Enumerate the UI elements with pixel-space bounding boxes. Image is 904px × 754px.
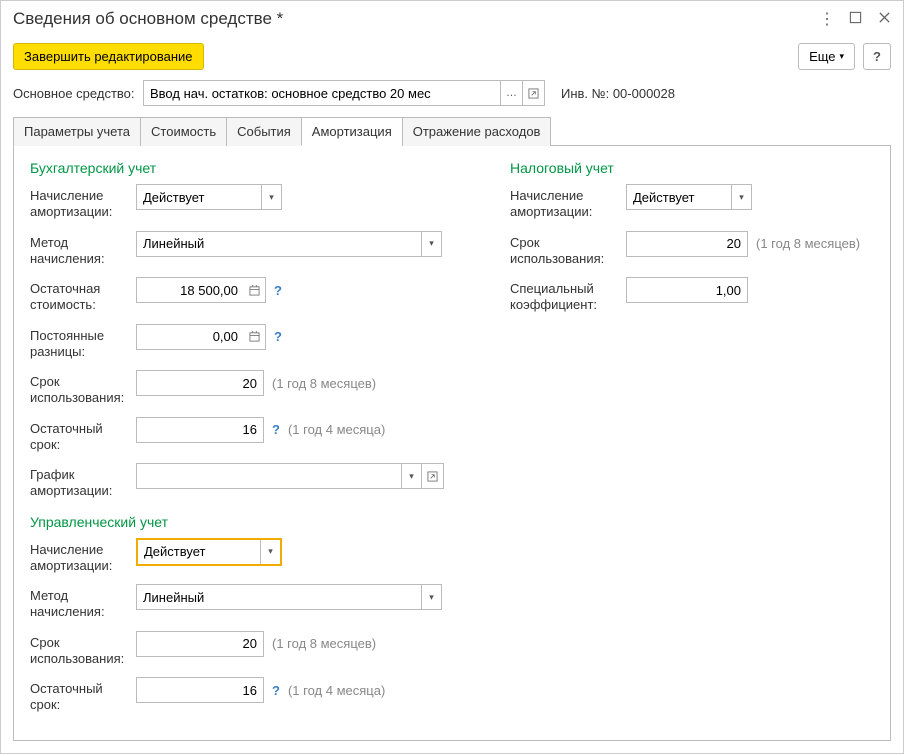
mgmt-use-period-hint: (1 год 8 месяцев) [272, 636, 376, 651]
mgmt-remaining-hint: (1 год 4 месяца) [288, 683, 385, 698]
main-asset-field[interactable] [144, 81, 500, 105]
acc-permdiff-label: Постоянные разницы: [30, 324, 136, 361]
close-icon[interactable] [878, 11, 891, 27]
help-icon[interactable]: ? [272, 683, 280, 698]
tax-depreciation-field[interactable] [627, 185, 731, 209]
more-button[interactable]: Еще ▾ [798, 43, 855, 70]
acc-use-period-label: Срок использования: [30, 370, 136, 407]
open-icon[interactable] [522, 81, 544, 105]
accounting-section-title: Бухгалтерский учет [30, 160, 480, 176]
main-asset-input[interactable]: … [143, 80, 545, 106]
tabs: Параметры учета Стоимость События Аморти… [13, 116, 891, 146]
mgmt-depreciation-label: Начисление амортизации: [30, 538, 136, 575]
main-asset-row: Основное средство: … Инв. №: 00-000028 [1, 76, 903, 116]
acc-remaining-input[interactable] [136, 417, 264, 443]
tax-use-period-hint: (1 год 8 месяцев) [756, 236, 860, 251]
acc-method-field[interactable] [137, 232, 421, 256]
acc-method-select[interactable]: ▾ [136, 231, 442, 257]
maximize-icon[interactable] [849, 11, 862, 27]
acc-remaining-label: Остаточный срок: [30, 417, 136, 454]
mgmt-depreciation-select[interactable]: ▾ [136, 538, 282, 566]
chevron-down-icon[interactable]: ▾ [401, 464, 421, 488]
mgmt-remaining-input[interactable] [136, 677, 264, 703]
acc-use-period-hint: (1 год 8 месяцев) [272, 376, 376, 391]
chevron-down-icon: ▾ [840, 51, 845, 62]
tax-section-title: Налоговый учет [510, 160, 860, 176]
titlebar-controls: ⋮ [819, 9, 891, 29]
tab-params[interactable]: Параметры учета [13, 117, 141, 146]
help-button[interactable]: ? [863, 43, 891, 70]
mgmt-method-select[interactable]: ▾ [136, 584, 442, 610]
tax-coeff-input[interactable] [626, 277, 748, 303]
left-column: Бухгалтерский учет Начисление амортизаци… [30, 156, 480, 730]
ellipsis-icon[interactable]: … [500, 81, 522, 105]
window-title: Сведения об основном средстве * [13, 9, 819, 29]
acc-depreciation-label: Начисление амортизации: [30, 184, 136, 221]
more-button-label: Еще [809, 49, 835, 64]
titlebar: Сведения об основном средстве * ⋮ [1, 1, 903, 37]
acc-schedule-label: График амортизации: [30, 463, 136, 500]
calendar-icon[interactable] [244, 277, 266, 303]
management-section-title: Управленческий учет [30, 514, 480, 530]
acc-remaining-hint: (1 год 4 месяца) [288, 422, 385, 437]
calendar-icon[interactable] [244, 324, 266, 350]
help-icon[interactable]: ? [272, 422, 280, 437]
acc-permdiff-input[interactable] [136, 324, 244, 350]
main-asset-label: Основное средство: [13, 86, 137, 101]
acc-method-label: Метод начисления: [30, 231, 136, 268]
tab-expenses[interactable]: Отражение расходов [402, 117, 552, 146]
acc-residual-label: Остаточная стоимость: [30, 277, 136, 314]
content: Бухгалтерский учет Начисление амортизаци… [13, 146, 891, 741]
menu-dots-icon[interactable]: ⋮ [819, 9, 833, 29]
mgmt-depreciation-field[interactable] [138, 540, 260, 564]
acc-use-period-input[interactable] [136, 370, 264, 396]
mgmt-method-label: Метод начисления: [30, 584, 136, 621]
toolbar: Завершить редактирование Еще ▾ ? [1, 37, 903, 76]
window: Сведения об основном средстве * ⋮ Заверш… [0, 0, 904, 754]
acc-depreciation-select[interactable]: ▾ [136, 184, 282, 210]
acc-schedule-field[interactable] [137, 464, 401, 488]
inventory-number: Инв. №: 00-000028 [561, 86, 675, 101]
mgmt-method-field[interactable] [137, 585, 421, 609]
finish-editing-button[interactable]: Завершить редактирование [13, 43, 204, 70]
mgmt-remaining-label: Остаточный срок: [30, 677, 136, 714]
tab-events[interactable]: События [226, 117, 302, 146]
right-column: Налоговый учет Начисление амортизации: ▾… [510, 156, 860, 730]
chevron-down-icon[interactable]: ▾ [261, 185, 281, 209]
acc-residual-input[interactable] [136, 277, 244, 303]
tax-depreciation-label: Начисление амортизации: [510, 184, 626, 221]
help-icon[interactable]: ? [274, 283, 282, 298]
mgmt-use-period-input[interactable] [136, 631, 264, 657]
chevron-down-icon[interactable]: ▾ [421, 232, 441, 256]
tax-use-period-label: Срок использования: [510, 231, 626, 268]
chevron-down-icon[interactable]: ▾ [421, 585, 441, 609]
tab-depreciation[interactable]: Амортизация [301, 117, 403, 146]
tax-coeff-label: Специальный коэффициент: [510, 277, 626, 314]
open-icon[interactable] [421, 464, 443, 488]
acc-depreciation-field[interactable] [137, 185, 261, 209]
help-icon[interactable]: ? [274, 329, 282, 344]
tab-cost[interactable]: Стоимость [140, 117, 227, 146]
chevron-down-icon[interactable]: ▾ [260, 540, 280, 564]
chevron-down-icon[interactable]: ▾ [731, 185, 751, 209]
tax-depreciation-select[interactable]: ▾ [626, 184, 752, 210]
mgmt-use-period-label: Срок использования: [30, 631, 136, 668]
tax-use-period-input[interactable] [626, 231, 748, 257]
acc-schedule-select[interactable]: ▾ [136, 463, 444, 489]
